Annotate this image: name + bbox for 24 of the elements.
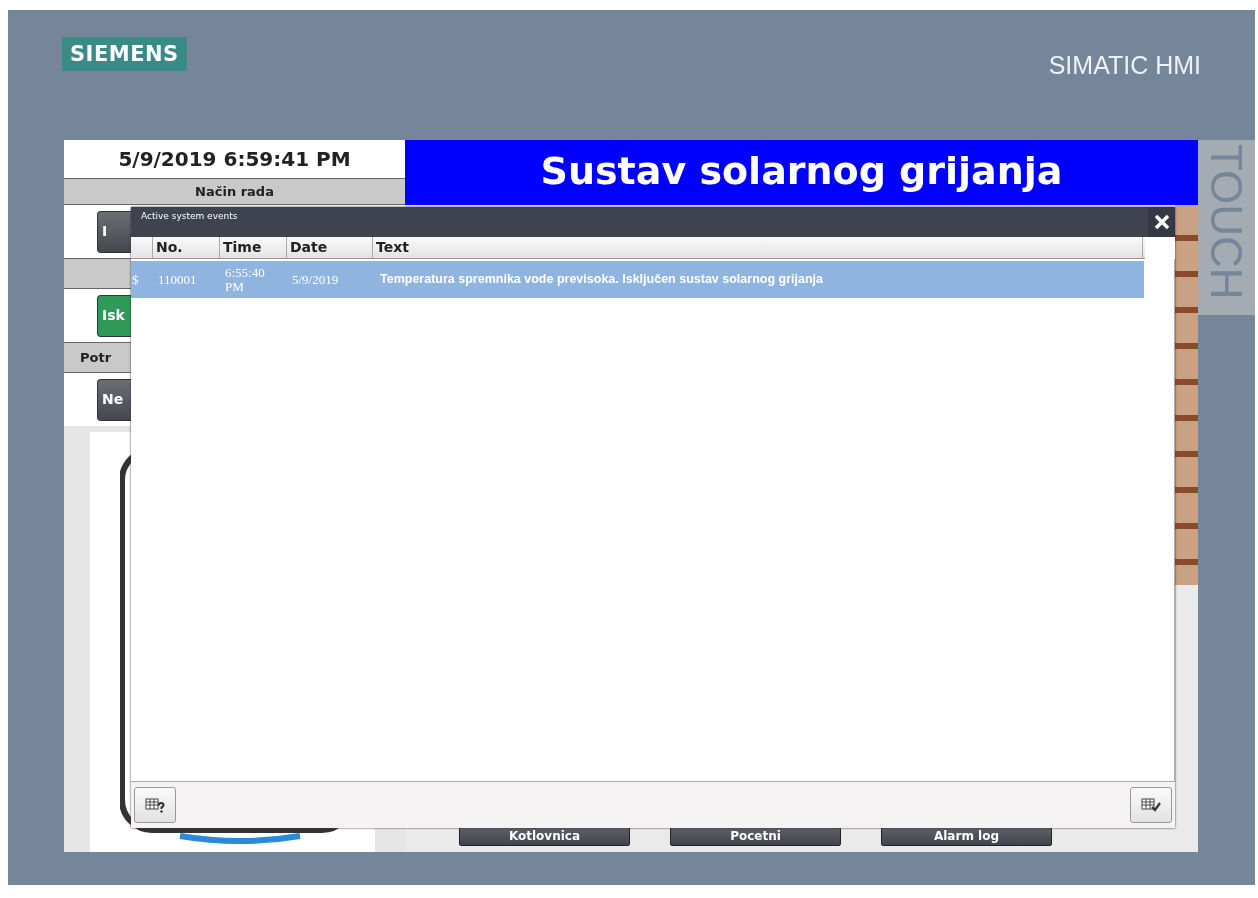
table-check-icon (1141, 797, 1161, 813)
date-time: 5/9/2019 6:59:41 PM (64, 140, 405, 178)
mode-button[interactable]: I (97, 210, 131, 253)
table-cell-text: 6:55:40 PM (224, 265, 266, 294)
table-cell-text: Temperatura spremnika vode previsoka. Isključen sustav solarnog grijanja (379, 271, 823, 289)
mode-button[interactable]: Ne (97, 378, 131, 421)
close-icon (1153, 214, 1170, 230)
mode-label: Način rada (64, 178, 405, 205)
column-header: Date (287, 237, 373, 258)
status-cell-text: $ (131, 272, 140, 287)
brand-logo: SIEMENS (62, 37, 187, 71)
table-cell-text: 5/9/2019 (291, 272, 340, 287)
close-button[interactable] (1148, 207, 1175, 237)
acknowledge-button[interactable] (1130, 787, 1172, 823)
column-header: Text (373, 237, 1143, 258)
table-cell-text: 110001 (157, 272, 198, 287)
column-header: Time (220, 237, 287, 258)
screen-title: Sustav solarnog grijanja (405, 140, 1198, 205)
mode-button[interactable]: Isk (97, 294, 131, 337)
column-header: No. (153, 237, 220, 258)
help-button[interactable] (134, 787, 176, 823)
table-help-icon (145, 797, 165, 813)
product-name: SIMATIC HMI (1048, 50, 1201, 81)
dialog-title: Active system events (140, 210, 239, 223)
